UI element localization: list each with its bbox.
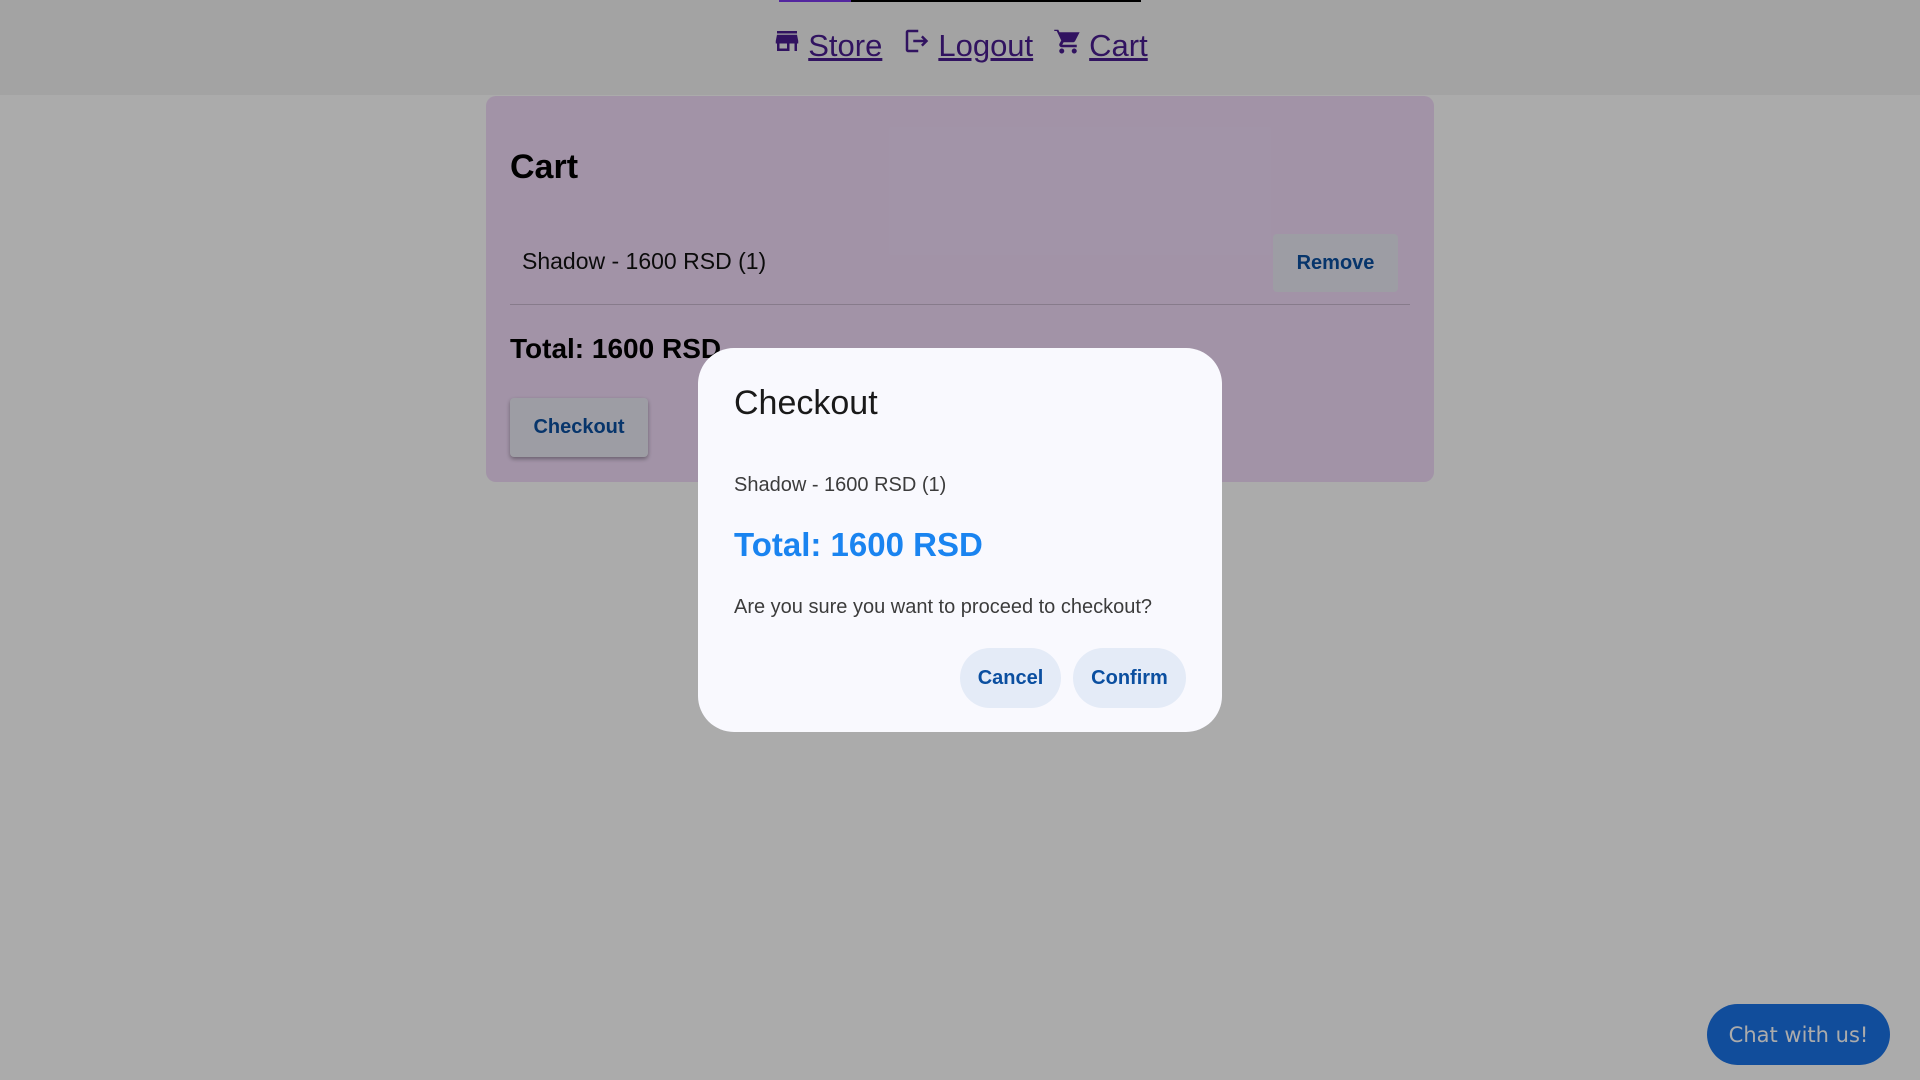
dialog-item-text: Shadow - 1600 RSD (1): [734, 474, 947, 496]
dialog-title: Checkout: [734, 384, 878, 422]
cancel-button[interactable]: Cancel: [960, 648, 1061, 708]
confirm-button[interactable]: Confirm: [1073, 648, 1186, 708]
dialog-total: Total: 1600 RSD: [734, 526, 983, 563]
dialog-question: Are you sure you want to proceed to chec…: [734, 596, 1153, 618]
checkout-dialog: Checkout Shadow - 1600 RSD (1) Total: 16…: [698, 348, 1222, 732]
